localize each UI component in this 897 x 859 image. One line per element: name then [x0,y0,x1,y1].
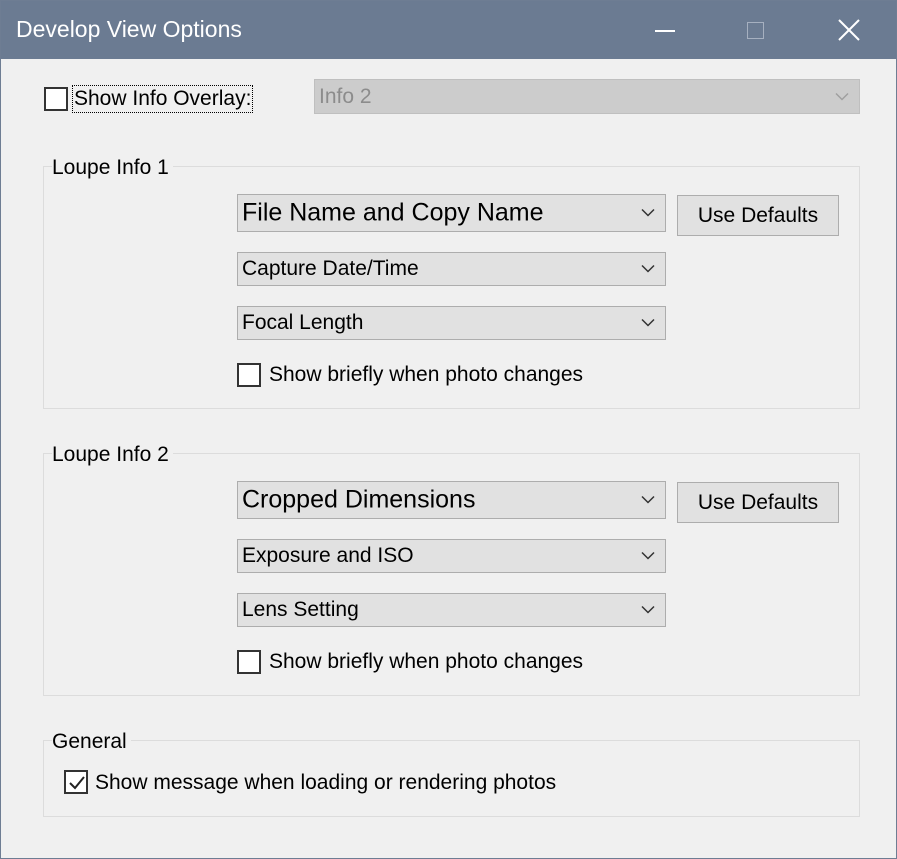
loupe1-use-defaults-button[interactable]: Use Defaults [677,195,839,236]
loupe1-show-briefly-label[interactable]: Show briefly when photo changes [269,363,583,387]
loupe1-field3-value: Focal Length [242,311,364,334]
show-message-checkbox[interactable] [64,770,88,794]
show-info-overlay-label[interactable]: Show Info Overlay: [71,85,254,113]
dialog-window: Develop View Options Show Info Overlay: … [0,0,897,859]
chevron-down-icon [641,495,655,504]
chevron-down-icon [641,264,655,273]
loupe1-field1-value: File Name and Copy Name [242,198,544,227]
loupe1-field2-value: Capture Date/Time [242,257,419,280]
loupe2-use-defaults-button[interactable]: Use Defaults [677,482,839,523]
loupe1-field1-select[interactable]: File Name and Copy Name [237,194,666,232]
loupe2-field2-select[interactable]: Exposure and ISO [237,539,666,573]
loupe2-field1-select[interactable]: Cropped Dimensions [237,481,666,519]
chevron-down-icon [641,208,655,217]
loupe1-show-briefly-checkbox[interactable] [237,363,261,387]
loupe2-field3-value: Lens Setting [242,598,359,621]
info-overlay-selected: Info 2 [319,84,372,108]
general-title: General [52,730,131,754]
chevron-down-icon [641,605,655,614]
loupe2-field2-value: Exposure and ISO [242,544,414,567]
checkmark-icon [69,776,85,790]
title-bar: Develop View Options [1,1,896,59]
chevron-down-icon [835,92,849,101]
loupe1-field2-select[interactable]: Capture Date/Time [237,252,666,286]
loupe2-field1-value: Cropped Dimensions [242,485,476,514]
minimize-button[interactable] [635,1,695,59]
minimize-icon [655,30,675,32]
loupe2-show-briefly-label[interactable]: Show briefly when photo changes [269,650,583,674]
loupe2-field3-select[interactable]: Lens Setting [237,593,666,627]
maximize-icon [746,21,764,39]
maximize-button[interactable] [725,1,785,59]
loupe-info-2-title: Loupe Info 2 [52,443,173,467]
show-message-label[interactable]: Show message when loading or rendering p… [95,771,556,795]
chevron-down-icon [641,551,655,560]
show-info-overlay-checkbox[interactable] [44,87,68,111]
chevron-down-icon [641,318,655,327]
info-overlay-select[interactable]: Info 2 [314,79,860,114]
window-title: Develop View Options [16,16,242,42]
loupe-info-1-title: Loupe Info 1 [52,156,173,180]
close-button[interactable] [819,1,879,59]
loupe2-show-briefly-checkbox[interactable] [237,650,261,674]
close-icon [838,19,860,41]
loupe1-field3-select[interactable]: Focal Length [237,306,666,340]
